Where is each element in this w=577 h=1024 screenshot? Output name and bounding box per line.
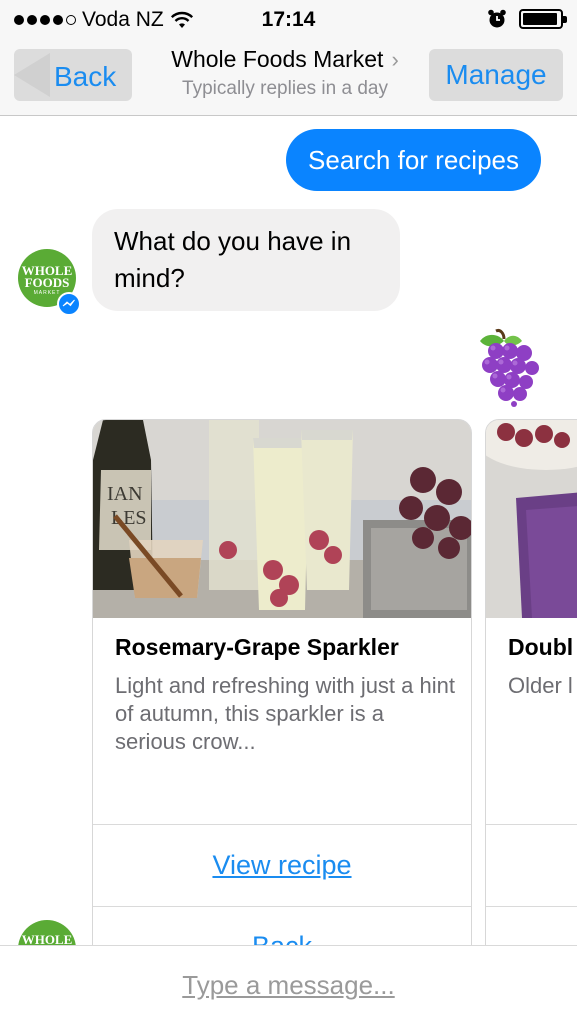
manage-button[interactable]: Manage [429, 49, 563, 101]
back-button[interactable]: Back [14, 49, 132, 101]
status-right [487, 9, 567, 29]
recipe-description: Light and refreshing with just a hint of… [115, 673, 455, 754]
divider [486, 824, 577, 825]
message-input[interactable]: Type a message... [0, 970, 577, 1001]
messenger-badge-icon [57, 292, 81, 316]
reply-time-subtitle: Typically replies in a day [182, 78, 388, 99]
recipe-description: Older l these t younge helper. [508, 673, 577, 698]
incoming-message-bubble[interactable]: What do you have in mind? [92, 209, 400, 311]
recipe-card[interactable]: Doubl Older l these t younge helper. [485, 419, 577, 945]
svg-text:IAN: IAN [107, 483, 143, 505]
view-recipe-button[interactable]: View recipe [93, 825, 471, 906]
back-button-label: Back [54, 61, 117, 92]
conversation-title[interactable]: Whole Foods Market › Typically replies i… [150, 46, 420, 100]
chat-thread[interactable]: Search for recipes What do you have in m… [0, 117, 577, 945]
nav-bar: Back Whole Foods Market › Typically repl… [0, 40, 577, 116]
divider [486, 906, 577, 907]
status-bar: Voda NZ 17:14 [0, 0, 577, 40]
back-arrow-icon [14, 53, 50, 97]
recipe-title: Rosemary-Grape Sparkler [115, 634, 399, 660]
battery-icon [519, 9, 567, 29]
alarm-icon [488, 9, 506, 28]
chevron-right-icon: › [391, 46, 399, 72]
message-composer[interactable]: Type a message... [0, 945, 577, 1024]
recipe-title: Doubl [508, 634, 574, 660]
recipe-card[interactable]: IAN LES Rosemary-Grape Sparkler Light an… [92, 419, 472, 945]
grapes-emoji-icon[interactable] [470, 327, 546, 407]
whole-foods-logo: WHOLE FOODS [21, 263, 73, 290]
page-title: Whole Foods Market [171, 46, 384, 72]
recipe-image[interactable]: IAN LES [93, 420, 471, 618]
avatar[interactable]: WHOLE [18, 920, 76, 945]
whole-foods-logo: WHOLE [21, 932, 73, 945]
outgoing-message-bubble[interactable]: Search for recipes [286, 129, 541, 191]
recipe-image[interactable] [486, 420, 577, 618]
back-card-button[interactable]: Back [93, 907, 471, 945]
